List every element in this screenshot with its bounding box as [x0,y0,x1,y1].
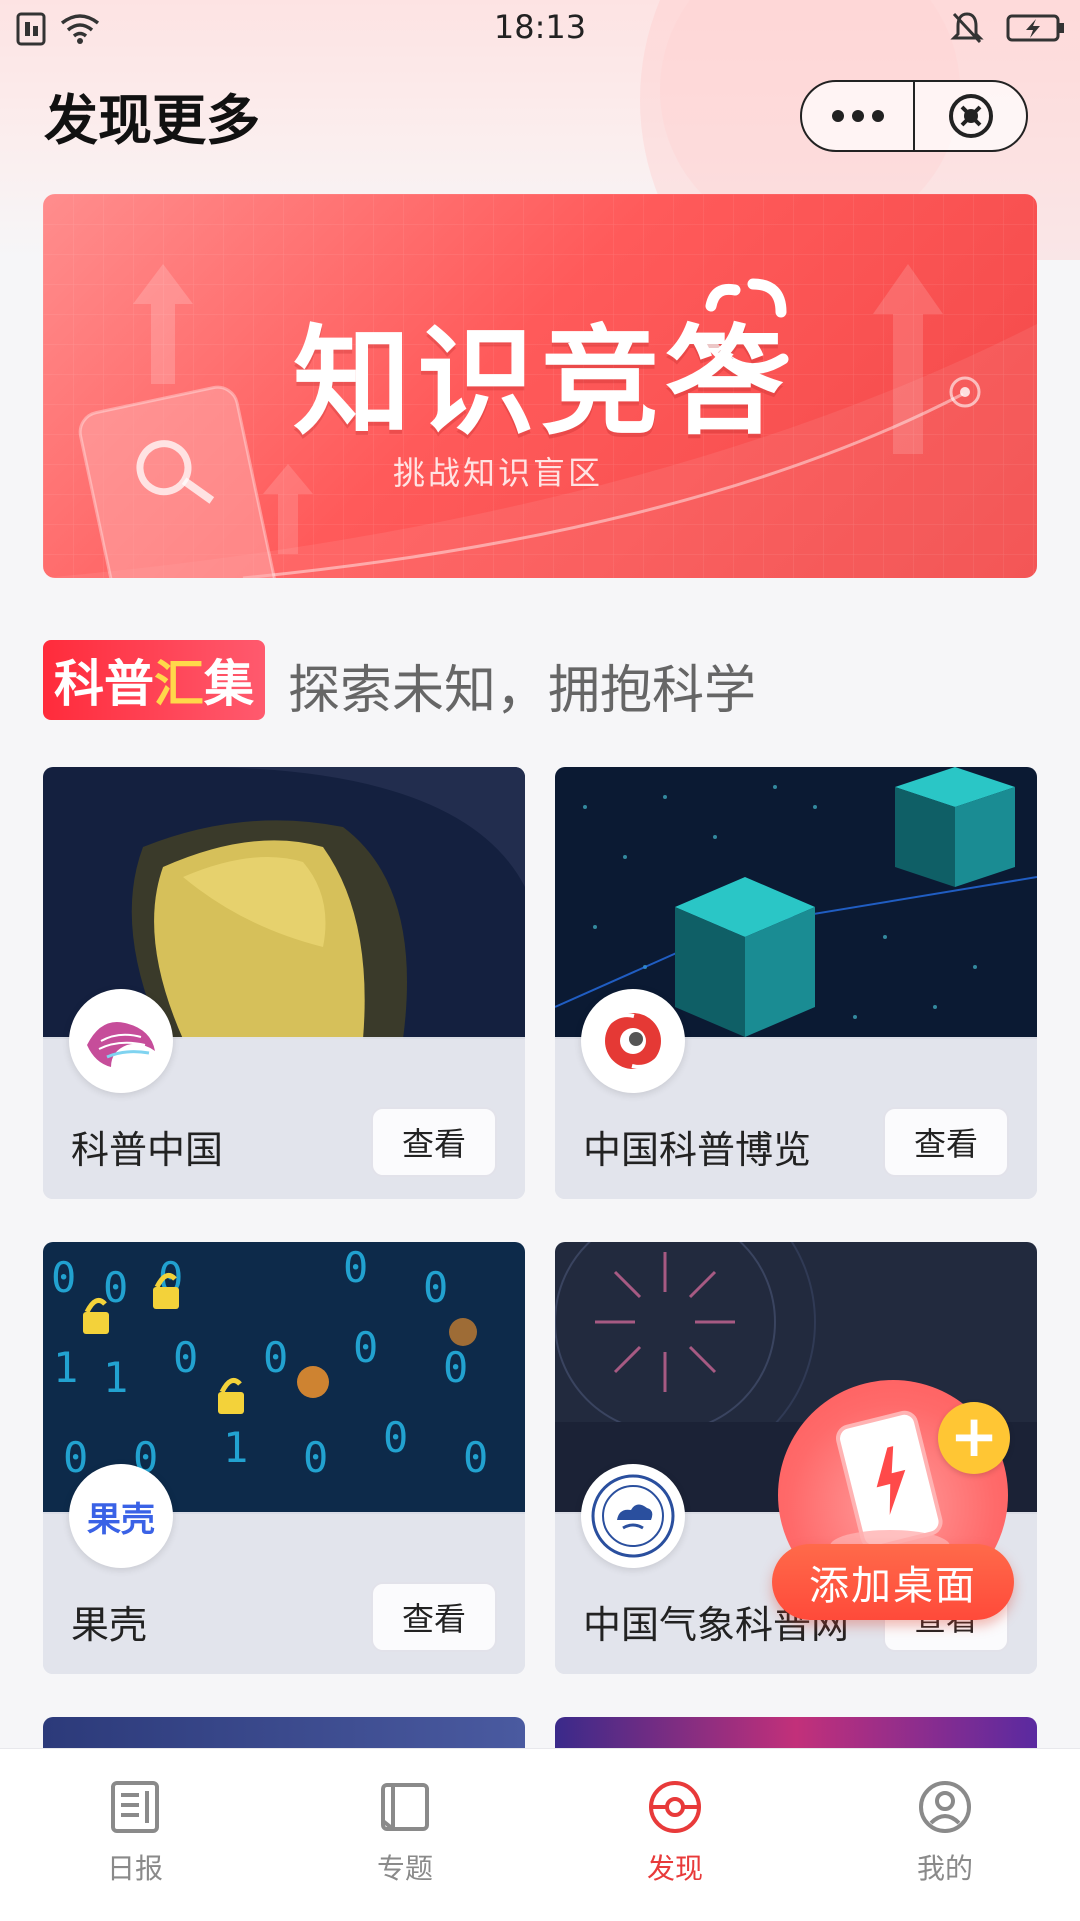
svg-text:0: 0 [353,1323,378,1372]
nav-label: 日报 [106,1852,163,1885]
badge-text-3: 集 [204,655,254,713]
miniapp-capsule [800,80,1028,152]
nav-label: 发现 [646,1852,703,1885]
nav-item-mine[interactable]: 我的 [810,1749,1080,1921]
nav-label: 我的 [916,1852,973,1885]
svg-text:0: 0 [343,1243,368,1292]
more-dots-icon [831,110,884,122]
book-icon [381,1783,429,1831]
card-kepu-expo[interactable]: 中国科普博览 查看 [555,767,1037,1199]
svg-text:0: 0 [463,1433,488,1482]
banner-title: 知识竞答 [293,312,790,451]
svg-text:0: 0 [443,1343,468,1392]
status-time: 18:13 [493,8,587,46]
card-partial-left [43,1717,525,1748]
svg-text:0: 0 [63,1433,88,1482]
badge-text-1: 科普 [54,655,154,713]
page-title: 发现更多 [44,89,260,152]
discover-icon [649,1781,701,1833]
view-button[interactable]: 查看 [371,1107,497,1177]
add-to-desktop-widget[interactable]: + 添加桌面 [770,1380,1032,1620]
close-circle-icon [948,94,993,138]
svg-text:0: 0 [303,1433,328,1482]
svg-text:1: 1 [53,1343,78,1392]
bell-muted-icon [950,12,984,44]
svg-text:0: 0 [423,1263,448,1312]
status-bar: 18:13 [0,0,1080,58]
nav-item-discover[interactable]: 发现 [540,1749,810,1921]
svg-text:0: 0 [51,1253,76,1302]
bottom-nav: 日报 专题 发现 我的 [0,1748,1080,1921]
more-button[interactable] [802,82,913,150]
badge-text-2: 汇 [154,655,204,713]
card-guokr[interactable]: 00000 110000 001000 果壳 果壳 查看 [43,1242,525,1674]
section-badge: 科普汇集 [43,640,265,720]
svg-text:0: 0 [263,1333,288,1382]
card-partial-right [555,1717,1037,1748]
svg-text:0: 0 [173,1333,198,1382]
view-button[interactable]: 查看 [883,1107,1009,1177]
plus-icon: + [938,1402,1010,1474]
guokr-logo-text: 果壳 [87,1499,155,1540]
svg-text:1: 1 [223,1423,248,1472]
svg-text:0: 0 [103,1263,128,1312]
kepu-china-logo [69,989,173,1093]
nav-item-daily[interactable]: 日报 [0,1749,270,1921]
svg-text:1: 1 [103,1353,128,1402]
nav-item-topics[interactable]: 专题 [270,1749,540,1921]
banner-subtitle: 挑战知识盲区 [393,454,604,492]
close-miniapp-button[interactable] [915,82,1026,150]
card-title: 中国科普博览 [583,1128,812,1172]
nav-label: 专题 [376,1852,433,1885]
card-title: 果壳 [71,1603,148,1647]
kepu-expo-logo [581,989,685,1093]
weather-kepu-logo [581,1464,685,1568]
section-tagline: 探索未知，拥抱科学 [288,661,757,721]
guokr-logo: 果壳 [69,1464,173,1568]
profile-icon [919,1781,971,1833]
card-title: 科普中国 [71,1128,224,1172]
view-button[interactable]: 查看 [371,1582,497,1652]
newspaper-icon [111,1781,159,1833]
svg-text:0: 0 [383,1413,408,1462]
battery-charging-icon [1006,14,1064,42]
quiz-banner[interactable]: 知识竞答 挑战知识盲区 [43,194,1037,578]
add-to-desktop-button[interactable]: 添加桌面 [772,1544,1014,1620]
card-kepu-china[interactable]: 科普中国 查看 [43,767,525,1199]
